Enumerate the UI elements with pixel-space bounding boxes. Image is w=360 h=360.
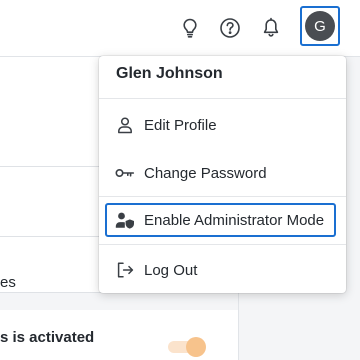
setting-label: es — [0, 274, 16, 291]
section-gap — [0, 292, 238, 310]
toggle-knob — [186, 337, 206, 357]
setting-toggle[interactable] — [168, 337, 206, 357]
change-password-item[interactable]: Change Password — [105, 156, 336, 190]
page: es s is activated G Glen Johnson Edit Pr… — [0, 0, 360, 360]
key-icon — [115, 163, 135, 183]
logout-icon — [115, 260, 135, 280]
menu-item-label: Log Out — [144, 261, 198, 279]
user-menu-button[interactable]: G — [300, 6, 340, 46]
user-icon — [115, 115, 135, 135]
menu-divider — [99, 196, 346, 197]
bell-icon[interactable] — [255, 12, 287, 44]
help-icon[interactable] — [214, 12, 246, 44]
top-bar: G — [0, 0, 360, 57]
user-name: Glen Johnson — [116, 65, 223, 82]
user-menu: Glen Johnson Edit Profile Change Passwor… — [99, 56, 346, 293]
lightbulb-icon[interactable] — [174, 12, 206, 44]
log-out-item[interactable]: Log Out — [105, 253, 336, 287]
menu-item-label: Edit Profile — [144, 116, 217, 134]
menu-divider — [99, 244, 346, 245]
enable-admin-mode-item[interactable]: Enable Administrator Mode — [105, 203, 336, 237]
edit-profile-item[interactable]: Edit Profile — [105, 108, 336, 142]
user-shield-icon — [115, 210, 135, 230]
menu-item-label: Change Password — [144, 164, 267, 182]
setting-title: s is activated — [0, 329, 95, 346]
avatar: G — [305, 11, 335, 41]
menu-divider — [99, 98, 346, 99]
menu-item-label: Enable Administrator Mode — [144, 211, 325, 229]
